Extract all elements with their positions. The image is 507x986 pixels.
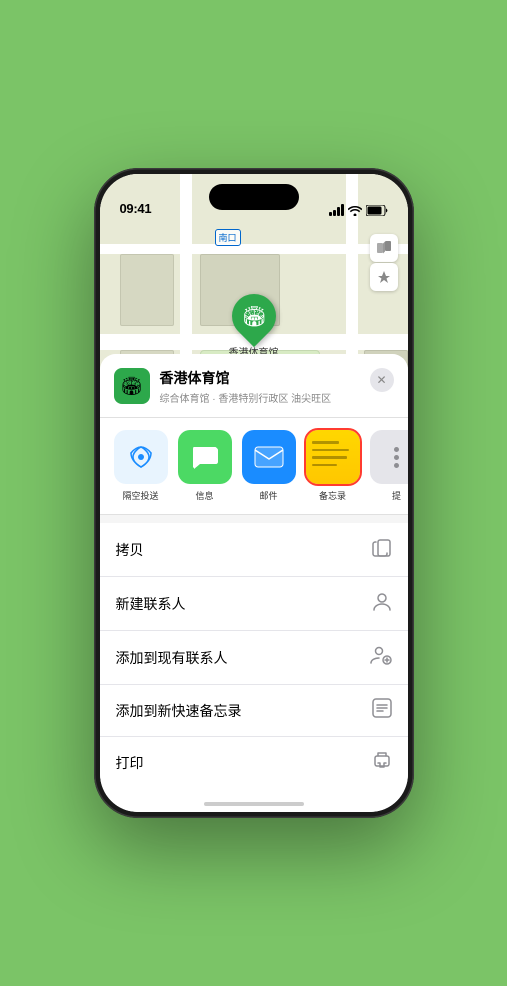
notes-icon-container — [306, 430, 360, 484]
venue-logo: 🏟 — [114, 368, 150, 404]
new-contact-icon — [372, 590, 392, 617]
home-indicator-area — [100, 788, 408, 812]
share-airdrop[interactable]: 隔空投送 — [114, 430, 168, 502]
bottom-sheet: 🏟 香港体育馆 综合体育馆 · 香港特别行政区 油尖旺区 ✕ — [100, 354, 408, 812]
close-button[interactable]: ✕ — [370, 368, 394, 392]
copy-icon — [372, 536, 392, 563]
action-list: 拷贝 新建联系人 — [100, 523, 408, 788]
venue-description: 综合体育馆 · 香港特别行政区 油尖旺区 — [160, 390, 360, 405]
pin-bubble: 🏟 — [222, 285, 284, 347]
close-icon: ✕ — [376, 373, 386, 387]
battery-icon — [366, 205, 388, 216]
action-add-existing[interactable]: 添加到现有联系人 — [100, 631, 408, 685]
location-button[interactable] — [370, 263, 398, 291]
home-indicator — [204, 802, 304, 806]
signal-icon — [329, 204, 344, 216]
venue-logo-icon: 🏟 — [120, 376, 143, 397]
action-add-notes[interactable]: 添加到新快速备忘录 — [100, 685, 408, 737]
map-label: 南口 — [215, 229, 241, 246]
more-label: 提 — [392, 489, 401, 502]
notes-selected-indicator — [304, 428, 362, 486]
status-icons — [329, 204, 388, 216]
venue-name: 香港体育馆 — [160, 368, 360, 388]
venue-pin-icon: 🏟 — [241, 304, 266, 329]
map-type-button[interactable] — [370, 234, 398, 262]
share-messages[interactable]: 信息 — [178, 430, 232, 502]
print-icon — [372, 750, 392, 775]
action-print[interactable]: 打印 — [100, 737, 408, 788]
more-icon-wrap — [370, 430, 408, 484]
action-add-existing-label: 添加到现有联系人 — [116, 648, 228, 668]
notes-label: 备忘录 — [319, 489, 346, 502]
messages-icon-wrap — [178, 430, 232, 484]
venue-info: 香港体育馆 综合体育馆 · 香港特别行政区 油尖旺区 — [160, 368, 360, 405]
status-time: 09:41 — [120, 201, 152, 216]
messages-label: 信息 — [195, 489, 213, 502]
action-copy[interactable]: 拷贝 — [100, 523, 408, 577]
airdrop-label: 隔空投送 — [122, 489, 158, 502]
mail-label: 邮件 — [259, 489, 277, 502]
share-notes[interactable]: 备忘录 — [306, 430, 360, 502]
phone-screen: 09:41 — [100, 174, 408, 812]
dynamic-island — [209, 184, 299, 210]
phone-frame: 09:41 — [94, 168, 414, 818]
wifi-icon — [348, 205, 362, 216]
airdrop-icon-wrap — [114, 430, 168, 484]
venue-header: 🏟 香港体育馆 综合体育馆 · 香港特别行政区 油尖旺区 ✕ — [100, 354, 408, 418]
add-notes-icon — [372, 698, 392, 723]
action-print-label: 打印 — [116, 753, 144, 773]
action-new-contact-label: 新建联系人 — [116, 594, 186, 614]
share-more[interactable]: 提 — [370, 430, 408, 502]
venue-pin[interactable]: 🏟 香港体育馆 — [229, 294, 279, 359]
add-existing-icon — [370, 644, 392, 671]
share-mail[interactable]: 邮件 — [242, 430, 296, 502]
mail-icon-wrap — [242, 430, 296, 484]
action-new-contact[interactable]: 新建联系人 — [100, 577, 408, 631]
action-add-notes-label: 添加到新快速备忘录 — [116, 701, 242, 721]
share-row: 隔空投送 信息 — [100, 418, 408, 515]
map-controls — [370, 234, 398, 291]
action-copy-label: 拷贝 — [116, 540, 144, 560]
